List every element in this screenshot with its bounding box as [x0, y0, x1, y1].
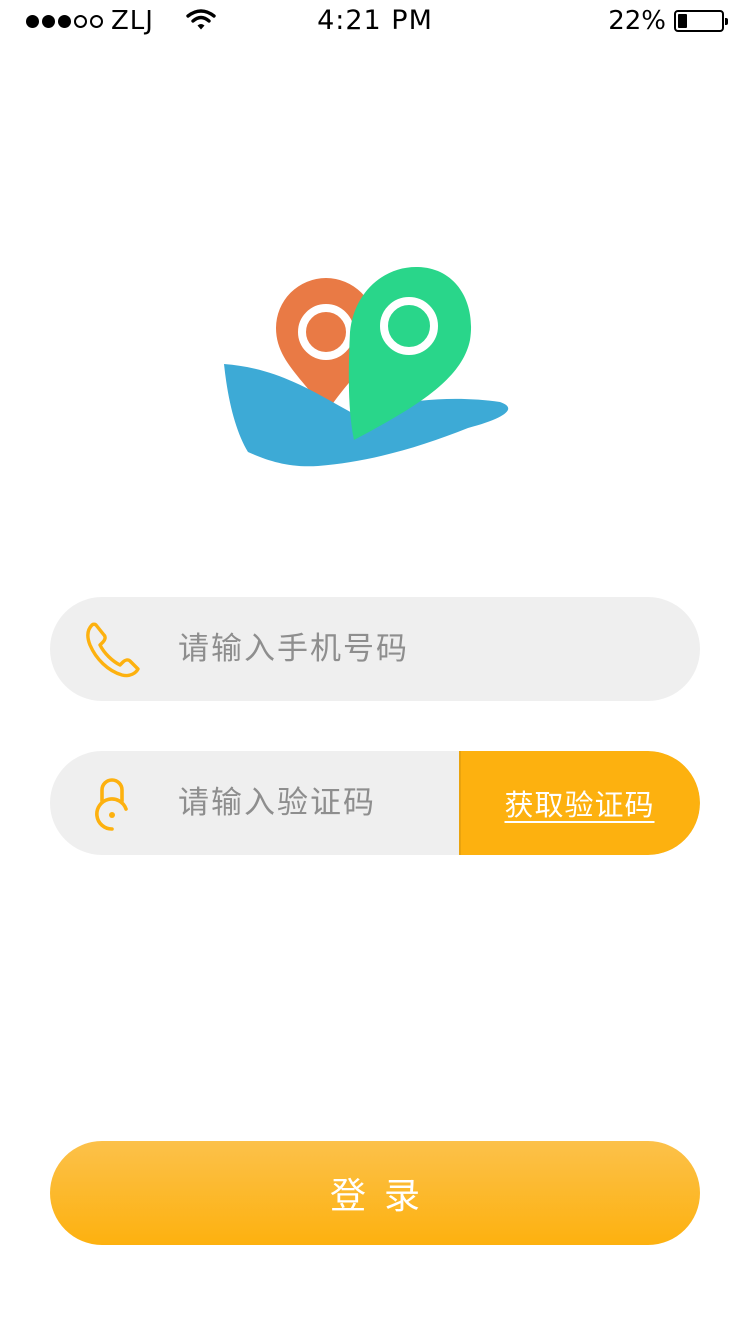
get-code-button[interactable]: 获取验证码: [459, 751, 700, 855]
phone-icon: [86, 622, 140, 678]
battery-icon: [674, 10, 728, 32]
verification-code-field: 获取验证码: [50, 751, 700, 855]
status-bar-right: 22%: [608, 6, 728, 36]
battery-percentage: 22%: [608, 6, 666, 36]
verification-code-input[interactable]: [178, 751, 448, 855]
app-logo-icon: [224, 266, 509, 467]
phone-input[interactable]: [178, 597, 618, 701]
battery-level: [678, 14, 687, 28]
lock-icon: [95, 778, 128, 831]
login-button[interactable]: 登录: [50, 1141, 700, 1245]
login-screen: ZLJ 4:21 PM 22% 请输入手机号码 请输入验证码 获取验证码 登录: [0, 0, 750, 1334]
status-bar: ZLJ 4:21 PM 22%: [0, 0, 750, 42]
phone-field: [50, 597, 700, 701]
